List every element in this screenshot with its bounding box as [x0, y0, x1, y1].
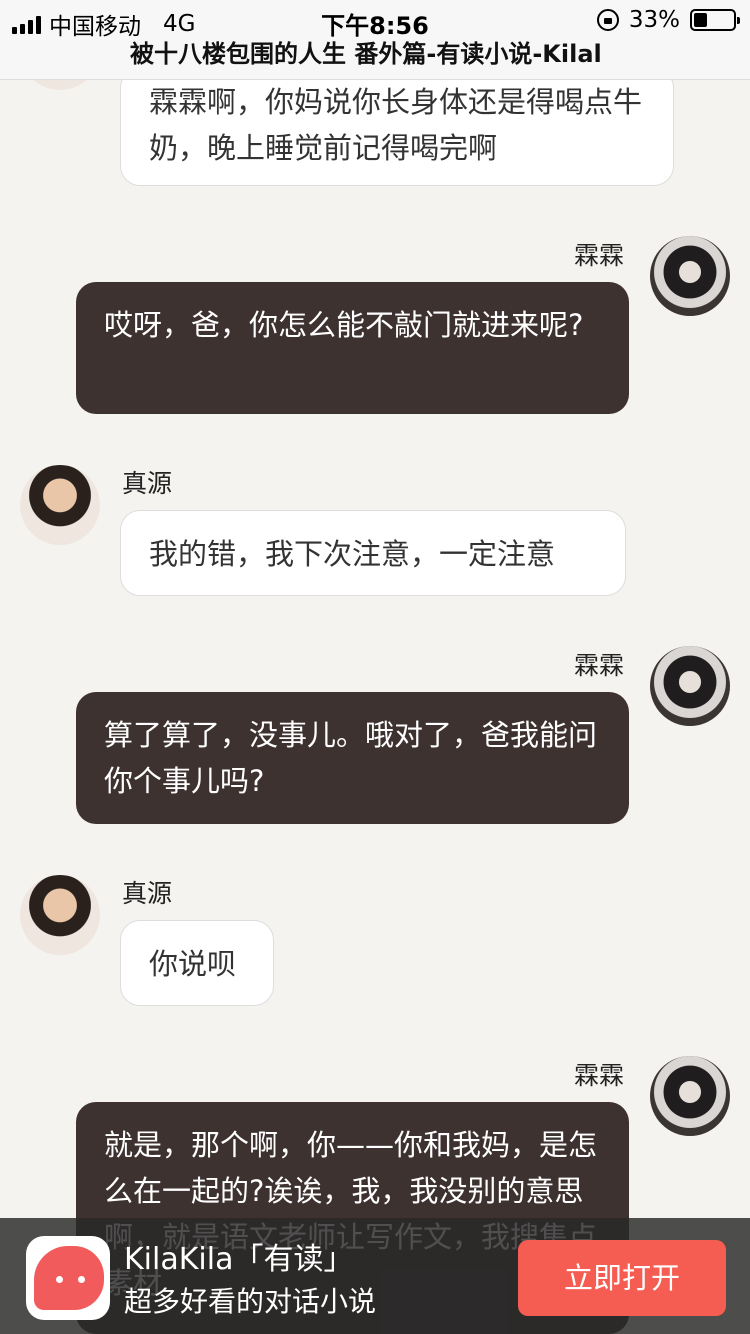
app-name: KilaKila「有读」 — [124, 1242, 354, 1277]
reader-page: 霖霖啊，你妈说你长身体还是得喝点牛奶，晚上睡觉前记得喝完啊 霖霖 哎呀，爸，你怎… — [0, 0, 750, 1334]
page-title-bar: 被十八楼包围的人生 番外篇-有读小说-Kilal — [0, 40, 750, 80]
rotation-lock-icon — [596, 9, 619, 31]
avatar[interactable] — [20, 465, 100, 545]
sender-name: 真源 — [122, 469, 173, 498]
avatar[interactable] — [650, 646, 730, 726]
message-bubble: 算了算了，没事儿。哦对了，爸我能问你个事儿吗? — [76, 692, 629, 824]
status-bar: 中国移动 4G 下午8:56 33% — [0, 0, 750, 40]
sender-name: 霖霖 — [574, 241, 625, 270]
battery-icon — [690, 9, 740, 31]
open-app-button[interactable]: 立即打开 — [518, 1240, 726, 1316]
message-bubble: 霖霖啊，你妈说你长身体还是得喝点牛奶，晚上睡觉前记得喝完啊 — [120, 68, 674, 186]
sender-name: 真源 — [122, 879, 173, 908]
page-title: 被十八楼包围的人生 番外篇-有读小说-Kilal — [130, 40, 602, 68]
message-bubble: 我的错，我下次注意，一定注意 — [120, 510, 626, 596]
message-text: 算了算了，没事儿。哦对了，爸我能问你个事儿吗? — [104, 718, 598, 798]
message-bubble: 你说呗 — [120, 920, 274, 1006]
message-text: 你说呗 — [149, 947, 237, 981]
avatar[interactable] — [650, 236, 730, 316]
app-logo-icon — [26, 1236, 110, 1320]
message-text: 霖霖啊，你妈说你长身体还是得喝点牛奶，晚上睡觉前记得喝完啊 — [149, 85, 643, 165]
app-download-banner[interactable]: KilaKila「有读」 超多好看的对话小说 立即打开 — [0, 1218, 750, 1334]
message-bubble: 哎呀，爸，你怎么能不敲门就进来呢? — [76, 282, 629, 414]
sender-name: 霖霖 — [574, 1061, 625, 1090]
message-text: 哎呀，爸，你怎么能不敲门就进来呢? — [104, 308, 584, 342]
battery-level — [694, 13, 707, 27]
app-slogan: 超多好看的对话小说 — [124, 1285, 377, 1318]
battery-percent: 33% — [628, 7, 680, 33]
message-text: 我的错，我下次注意，一定注意 — [149, 537, 556, 571]
avatar[interactable] — [20, 875, 100, 955]
sender-name: 霖霖 — [574, 651, 625, 680]
avatar[interactable] — [650, 1056, 730, 1136]
